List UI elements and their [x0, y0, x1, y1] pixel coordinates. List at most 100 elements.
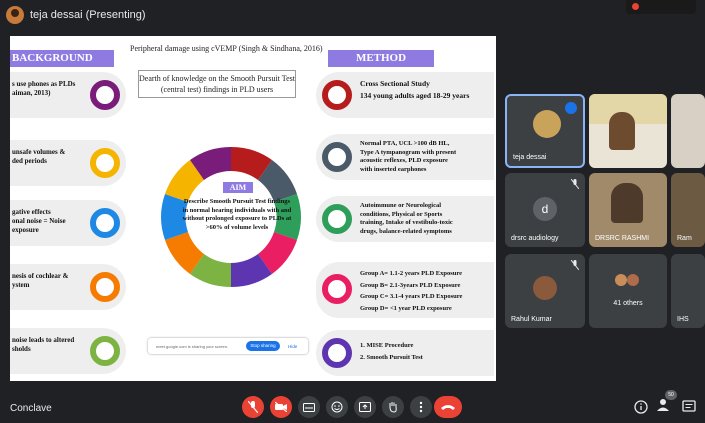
- participant-tile[interactable]: [589, 94, 667, 168]
- presented-slide: Peripheral damage using cVEMP (Singh & S…: [10, 36, 496, 381]
- method-item: Normal PTA, UCL >100 dB HL, Type A tympa…: [316, 134, 494, 180]
- method-line: conditions, Physical or Sports: [360, 210, 443, 218]
- avatar: d: [533, 197, 557, 221]
- video-person: [609, 112, 635, 150]
- participant-name: Ram: [677, 235, 692, 242]
- bg-line: noise leads to altered: [12, 336, 75, 344]
- method-line: Autoimmune or Neurological: [360, 202, 442, 209]
- method-line: 2. Smooth Pursuit Test: [360, 354, 423, 361]
- method-line: Type A tympanogram with present: [360, 148, 457, 156]
- raise-hand-button[interactable]: [382, 396, 404, 418]
- participant-name: Rahul Kumar: [511, 316, 552, 323]
- avatar: [615, 274, 627, 286]
- camera-off-icon: [275, 402, 287, 412]
- hide-button[interactable]: Hide: [288, 344, 297, 349]
- bg-line: nesis of cochlear &: [12, 272, 69, 280]
- mic-toggle-button[interactable]: [242, 396, 264, 418]
- leave-call-button[interactable]: [434, 396, 462, 418]
- method-line: Group C= 3.1-4 years PLD Exposure: [360, 293, 463, 300]
- method-line: Group A= 1.1-2 years PLD Exposure: [360, 270, 463, 277]
- hand-icon: [389, 402, 397, 413]
- participant-name: drsrc audiology: [511, 235, 559, 242]
- recording-dot-icon: [632, 3, 639, 10]
- study-icon: [322, 80, 352, 110]
- bg-line: exposure: [12, 226, 39, 234]
- method-line: Group D= <1 year PLD exposure: [360, 304, 452, 312]
- more-vert-icon: [419, 401, 423, 413]
- mic-off-icon: [571, 179, 579, 189]
- screen-share-bar: meet.google.com is sharing your screen. …: [148, 338, 308, 354]
- method-line: Cross Sectional Study: [360, 79, 430, 88]
- mic-off-icon: [571, 260, 579, 270]
- presenter-label: teja dessai (Presenting): [30, 9, 146, 21]
- participant-name: DRSRC RASHMI: [595, 235, 650, 242]
- people-button[interactable]: 50: [656, 390, 677, 414]
- bg-line: aiman, 2013): [12, 89, 51, 97]
- people-icon: [657, 399, 669, 411]
- participant-name: IHS: [677, 316, 689, 323]
- background-item: nesis of cochlear & ystem: [10, 264, 126, 310]
- phone-icon: [90, 80, 120, 110]
- bg-line: sholds: [12, 345, 31, 353]
- noise-icon: [90, 208, 120, 238]
- bg-line: gative effects: [12, 208, 51, 216]
- procedure-icon: [322, 338, 352, 368]
- audiogram-icon: [90, 336, 120, 366]
- volume-icon: [90, 148, 120, 178]
- method-item: Cross Sectional Study 134 young adults a…: [316, 72, 494, 118]
- emoji-icon: [331, 401, 343, 413]
- top-bar: teja dessai (Presenting): [0, 0, 705, 30]
- present-button[interactable]: [354, 396, 376, 418]
- captions-icon: [303, 402, 315, 412]
- method-line: Normal PTA, UCL >100 dB HL,: [360, 140, 450, 147]
- method-line: with inserted earphones: [360, 165, 427, 173]
- bg-line: ystem: [12, 281, 30, 289]
- meet-window: teja dessai (Presenting) Peripheral dama…: [0, 0, 705, 423]
- participant-tile[interactable]: Rahul Kumar: [505, 254, 585, 328]
- method-item: Group A= 1.1-2 years PLD Exposure Group …: [316, 262, 494, 318]
- mic-off-icon: [248, 401, 258, 413]
- avatar: [533, 110, 561, 138]
- aim-text: Describe Smooth Pursuit Test findings in…: [182, 198, 292, 231]
- participant-tile[interactable]: teja dessai: [505, 94, 585, 168]
- background-item: gative effects onal noise = Noise exposu…: [10, 200, 126, 246]
- emoji-button[interactable]: [326, 396, 348, 418]
- background-header: BACKGROUND: [10, 50, 114, 67]
- method-line: Group B= 2.1-3years PLD Exposure: [360, 281, 461, 289]
- info-icon[interactable]: [634, 400, 648, 414]
- method-item: 1. MISE Procedure 2. Smooth Pursuit Test: [316, 330, 494, 376]
- camera-toggle-button[interactable]: [270, 396, 292, 418]
- slide-title: Peripheral damage using cVEMP (Singh & S…: [130, 44, 323, 53]
- chat-icon[interactable]: [682, 400, 696, 414]
- others-count: 41 others: [613, 300, 643, 307]
- participant-tile[interactable]: DRSRC RASHMI: [589, 173, 667, 247]
- video-person: [611, 183, 643, 223]
- participant-tile[interactable]: IHS: [671, 254, 705, 328]
- participant-name: teja dessai: [513, 154, 547, 161]
- method-line: acoustic reflexes, PLD exposure: [360, 157, 448, 164]
- bg-line: s use phones as PLDs: [12, 80, 76, 88]
- avatar: [533, 276, 557, 300]
- gap-line: Dearth of knowledge on the Smooth Pursui…: [139, 74, 295, 83]
- more-options-button[interactable]: [410, 396, 432, 418]
- knowledge-gap-box: Dearth of knowledge on the Smooth Pursui…: [138, 70, 296, 98]
- method-header: METHOD: [328, 50, 434, 67]
- participant-tile[interactable]: Ram: [671, 173, 705, 247]
- background-item: noise leads to altered sholds: [10, 328, 126, 374]
- method-line: training, Intake of vestibulo-toxic: [360, 219, 453, 226]
- participant-tile[interactable]: d drsrc audiology: [505, 173, 585, 247]
- participant-tile[interactable]: 41 others: [589, 254, 667, 328]
- meeting-name: Conclave: [10, 403, 52, 414]
- participant-tile[interactable]: [671, 94, 705, 168]
- captions-button[interactable]: [298, 396, 320, 418]
- method-line: 1. MISE Procedure: [360, 342, 414, 349]
- speaking-indicator-icon: [565, 102, 577, 114]
- gap-line: (central test) findings in PLD users: [160, 85, 274, 94]
- participant-count-badge: 50: [665, 390, 677, 400]
- recording-badge: [626, 0, 696, 14]
- method-line: drugs, balance-related symptoms: [360, 227, 452, 235]
- method-item: Autoimmune or Neurological conditions, P…: [316, 196, 494, 242]
- ear-icon: [90, 272, 120, 302]
- background-item: unsafe volumes & ded periods: [10, 140, 126, 186]
- stop-sharing-button[interactable]: Stop sharing: [246, 341, 280, 351]
